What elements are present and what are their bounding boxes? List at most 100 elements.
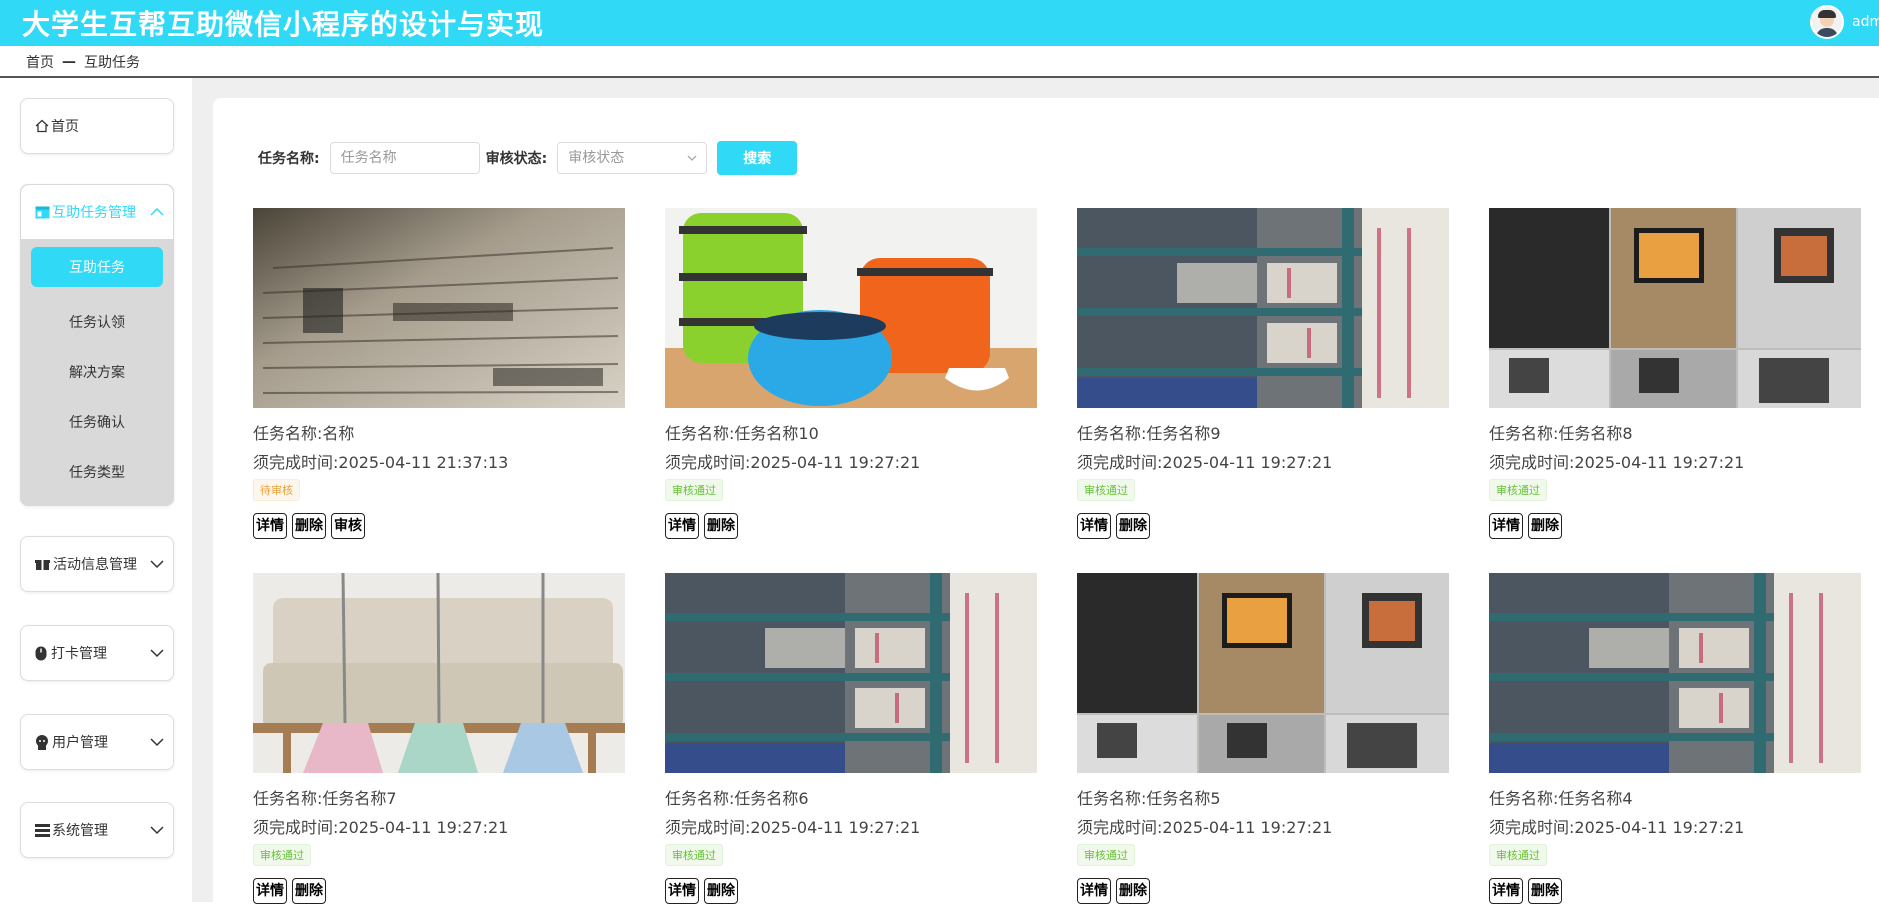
breadcrumb-bar: 首页 — 互助任务 <box>0 46 1879 78</box>
chevron-up-icon <box>150 207 164 216</box>
sidebar-item-task-claim[interactable]: 任务认领 <box>21 297 173 347</box>
task-deadline: 须完成时间:2025-04-11 19:27:21 <box>665 818 921 837</box>
task-name: 任务名称:任务名称10 <box>665 424 819 443</box>
detail-button[interactable]: 详情 <box>1489 513 1523 539</box>
card-actions: 详情 删除 <box>1077 878 1449 904</box>
breadcrumb: 首页 — 互助任务 <box>26 52 140 72</box>
top-header: 大学生互帮互助微信小程序的设计与实现 admi <box>0 0 1879 46</box>
detail-button[interactable]: 详情 <box>665 878 699 904</box>
detail-button[interactable]: 详情 <box>253 513 287 539</box>
task-deadline: 须完成时间:2025-04-11 19:27:21 <box>253 818 509 837</box>
detail-button[interactable]: 详情 <box>1489 878 1523 904</box>
status-badge: 待审核 <box>253 479 300 501</box>
search-form: 任务名称: 任务名称 审核状态: 审核状态 搜索 <box>258 141 798 175</box>
sidebar-item-task-type[interactable]: 任务类型 <box>21 447 173 497</box>
delete-button[interactable]: 删除 <box>1116 878 1150 904</box>
task-card: 任务名称:任务名称9 须完成时间:2025-04-11 19:27:21 审核通过详… <box>1077 208 1449 539</box>
delete-button[interactable]: 删除 <box>1116 513 1150 539</box>
status-badge: 审核通过 <box>1489 479 1547 501</box>
sidebar-item-task-confirm[interactable]: 任务确认 <box>21 397 173 447</box>
detail-button[interactable]: 详情 <box>1077 513 1111 539</box>
task-deadline: 须完成时间:2025-04-11 19:27:21 <box>1489 453 1745 472</box>
breadcrumb-current: 互助任务 <box>84 55 140 71</box>
sidebar-group-label: 打卡管理 <box>51 646 107 662</box>
search-button[interactable]: 搜索 <box>717 141 798 175</box>
task-name: 任务名称:任务名称8 <box>1489 424 1633 443</box>
task-card: 任务名称:名称 须完成时间:2025-04-11 21:37:13 待审核 详情 删除审… <box>253 208 625 539</box>
card-actions: 详情 删除 <box>665 513 1037 539</box>
task-icon <box>35 206 50 218</box>
delete-button[interactable]: 删除 <box>1528 513 1562 539</box>
task-name-input[interactable]: 任务名称 <box>329 142 480 174</box>
delete-button[interactable]: 删除 <box>704 878 738 904</box>
card-actions: 详情 删除 <box>1489 878 1861 904</box>
sidebar-group-task-management-header[interactable]: 互助任务管理 <box>21 185 173 239</box>
task-deadline: 须完成时间:2025-04-11 19:27:21 <box>1077 818 1333 837</box>
task-name: 任务名称:任务名称9 <box>1077 424 1221 443</box>
shelves-image[interactable] <box>1489 573 1861 773</box>
status-badge: 审核通过 <box>1489 844 1547 866</box>
breadcrumb-home[interactable]: 首页 <box>26 52 54 72</box>
detail-button[interactable]: 详情 <box>1077 878 1111 904</box>
review-button[interactable]: 审核 <box>331 513 365 539</box>
task-name: 任务名称:任务名称7 <box>253 789 397 808</box>
status-label: 审核状态: <box>485 151 548 167</box>
sidebar-group-label: 系统管理 <box>52 823 108 839</box>
task-name: 任务名称:任务名称6 <box>665 789 809 808</box>
task-card: 任务名称:任务名称5 须完成时间:2025-04-11 19:27:21 审核通过详… <box>1077 573 1449 904</box>
sidebar-group-activity[interactable]: 活动信息管理 <box>20 536 174 592</box>
home-icon <box>35 119 49 133</box>
menu-icon <box>35 823 50 837</box>
user-menu[interactable]: admi <box>1810 5 1879 39</box>
card-actions: 详情 删除 审核 <box>253 513 625 539</box>
shelves-image[interactable] <box>665 573 1037 773</box>
sidebar-item-solution[interactable]: 解决方案 <box>21 347 173 397</box>
task-name: 任务名称:任务名称4 <box>1489 789 1633 808</box>
status-select-placeholder: 审核状态 <box>568 150 625 166</box>
sidebar-item-mutual-task[interactable]: 互助任务 <box>31 247 163 287</box>
chevron-down-icon <box>150 738 164 747</box>
app-title: 大学生互帮互助微信小程序的设计与实现 <box>22 8 545 41</box>
shelves-image[interactable] <box>1077 208 1449 408</box>
status-badge: 审核通过 <box>1077 479 1135 501</box>
status-select[interactable]: 审核状态 <box>557 142 708 174</box>
sidebar-group-label: 活动信息管理 <box>53 557 137 573</box>
chevron-down-icon <box>150 826 164 835</box>
delete-button[interactable]: 删除 <box>704 513 738 539</box>
tv-collage-image[interactable] <box>1489 208 1861 408</box>
status-badge: 审核通过 <box>665 479 723 501</box>
sidebar-group-checkin[interactable]: 打卡管理 <box>20 625 174 681</box>
delete-button[interactable]: 删除 <box>1528 878 1562 904</box>
detail-button[interactable]: 详情 <box>253 878 287 904</box>
newspaper-image[interactable] <box>253 208 625 408</box>
avatar[interactable] <box>1810 5 1844 39</box>
lunchbox-image[interactable] <box>665 208 1037 408</box>
task-name-label: 任务名称: <box>258 151 320 167</box>
sidebar-group-label: 用户管理 <box>52 735 108 751</box>
task-card: 任务名称:任务名称4 须完成时间:2025-04-11 19:27:21 审核通过详… <box>1489 573 1861 904</box>
content-panel: 任务名称: 任务名称 审核状态: 审核状态 搜索 任务名称:名称 须完成时间:20… <box>213 98 1879 904</box>
task-card: 任务名称:任务名称7 须完成时间:2025-04-11 19:27:21 审核通过详… <box>253 573 625 904</box>
delete-button[interactable]: 删除 <box>292 513 326 539</box>
task-deadline: 须完成时间:2025-04-11 19:27:21 <box>1489 818 1745 837</box>
tv-collage-image[interactable] <box>1077 573 1449 773</box>
status-badge: 审核通过 <box>665 844 723 866</box>
task-deadline: 须完成时间:2025-04-11 19:27:21 <box>665 453 921 472</box>
sidebar: 首页 互助任务管理 互助任务 任务认领 解决方案 任务确认 任务类型 活动信息管… <box>2 78 193 902</box>
task-deadline: 须完成时间:2025-04-11 21:37:13 <box>253 453 509 472</box>
username[interactable]: admi <box>1852 14 1879 30</box>
card-actions: 详情 删除 <box>1077 513 1449 539</box>
task-submenu: 互助任务 任务认领 解决方案 任务确认 任务类型 <box>21 239 173 505</box>
gift-icon <box>35 560 50 570</box>
sidebar-group-users[interactable]: 用户管理 <box>20 714 174 770</box>
sidebar-group-label: 互助任务管理 <box>52 205 136 221</box>
sidebar-item-home[interactable]: 首页 <box>20 98 174 154</box>
sofa-brooms-image[interactable] <box>253 573 625 773</box>
detail-button[interactable]: 详情 <box>665 513 699 539</box>
sidebar-group-system[interactable]: 系统管理 <box>20 802 174 858</box>
delete-button[interactable]: 删除 <box>292 878 326 904</box>
chevron-down-icon <box>150 560 164 569</box>
task-deadline: 须完成时间:2025-04-11 19:27:21 <box>1077 453 1333 472</box>
user-icon <box>36 734 48 750</box>
task-name: 任务名称:任务名称5 <box>1077 789 1221 808</box>
